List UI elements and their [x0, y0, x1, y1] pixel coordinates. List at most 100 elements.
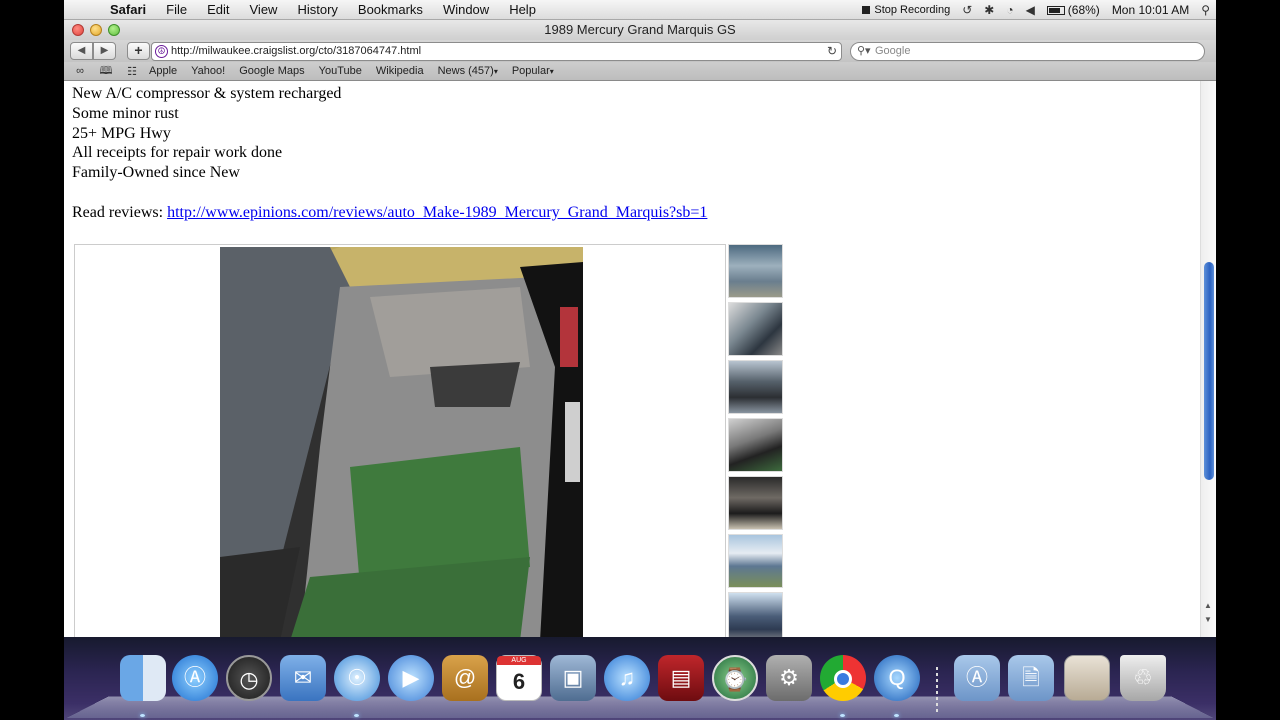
bookmark-wikipedia[interactable]: Wikipedia [369, 65, 431, 77]
address-bar[interactable]: ☮ http://milwaukee.craigslist.org/cto/31… [151, 42, 842, 61]
running-indicator [894, 714, 899, 717]
menu-view[interactable]: View [240, 2, 288, 17]
vertical-scrollbar[interactable]: ▲ ▼ [1200, 81, 1216, 637]
ical-icon[interactable]: AUG 6 [496, 655, 542, 701]
running-indicator [840, 714, 845, 717]
bluetooth-icon[interactable]: ✱ [978, 3, 1000, 17]
top-sites-grid-icon[interactable]: ☷ [122, 65, 142, 78]
photo-thumbnail[interactable] [728, 476, 783, 530]
safari-window: 1989 Mercury Grand Marquis GS ◀ ▶ + ☮ ht… [64, 20, 1216, 637]
photo-thumbnail[interactable] [728, 360, 783, 414]
close-window-button[interactable] [72, 24, 84, 36]
search-icon: ⚲▾ [857, 45, 871, 57]
menu-bar: Safari File Edit View History Bookmarks … [64, 0, 1216, 20]
bookmark-popular[interactable]: Popular▾ [505, 65, 561, 77]
app-store-icon[interactable]: Ⓐ [172, 655, 218, 701]
title-bar: 1989 Mercury Grand Marquis GS [64, 20, 1216, 40]
page-content: New A/C compressor & system recharged So… [64, 81, 1200, 637]
scrollbar-thumb[interactable] [1204, 262, 1214, 480]
iphoto-icon[interactable]: ▣ [550, 655, 596, 701]
description-line: Some minor rust [72, 104, 179, 122]
system-preferences-icon[interactable]: ⚙ [766, 655, 812, 701]
battery-icon [1046, 5, 1065, 15]
time-machine-icon[interactable]: ⌚ [712, 655, 758, 701]
scroll-up-arrow-icon[interactable]: ▲ [1204, 601, 1212, 610]
chevron-down-icon: ▾ [493, 67, 498, 76]
toolbar: ◀ ▶ + ☮ http://milwaukee.craigslist.org/… [64, 40, 1216, 62]
running-indicator [354, 714, 359, 717]
search-field[interactable]: ⚲▾ Google [850, 42, 1205, 61]
url-text: http://milwaukee.craigslist.org/cto/3187… [171, 45, 422, 57]
menu-clock[interactable]: Mon 10:01 AM [1106, 3, 1195, 17]
trunk-photo-illustration [220, 247, 583, 637]
battery-status[interactable]: (68%) [1041, 3, 1106, 17]
back-button[interactable]: ◀ [70, 42, 93, 60]
spotlight-icon[interactable]: ⚲ [1195, 3, 1216, 17]
bookmark-news[interactable]: News (457)▾ [431, 65, 505, 77]
photo-thumbnail[interactable] [728, 244, 783, 298]
thumbnail-strip [728, 244, 784, 637]
bookmarks-bar: ∞ 🕮 ☷ Apple Yahoo! Google Maps YouTube W… [64, 62, 1216, 81]
running-indicator [140, 714, 145, 717]
bookmark-popular-label: Popular [511, 65, 550, 77]
reviews-link[interactable]: http://www.epinions.com/reviews/auto_Mak… [167, 204, 707, 221]
description-line: New A/C compressor & system recharged [72, 85, 342, 102]
volume-icon[interactable]: ◀ [1020, 3, 1041, 17]
reviews-label: Read reviews: [72, 203, 168, 221]
bookmark-yahoo[interactable]: Yahoo! [184, 65, 232, 77]
window-title: 1989 Mercury Grand Marquis GS [544, 22, 736, 37]
chevron-down-icon: ▾ [549, 67, 554, 76]
menu-history[interactable]: History [287, 2, 347, 17]
mail-icon[interactable]: ✉ [280, 655, 326, 701]
finder-icon[interactable] [120, 655, 166, 701]
photo-thumbnail[interactable] [728, 418, 783, 472]
menu-edit[interactable]: Edit [197, 2, 239, 17]
menu-file[interactable]: File [156, 2, 197, 17]
facetime-icon[interactable]: ▶ [388, 655, 434, 701]
reload-icon[interactable]: ↻ [827, 43, 837, 60]
address-book-icon[interactable]: @ [442, 655, 488, 701]
battery-percent: (68%) [1067, 2, 1100, 17]
listing-description: New A/C compressor & system recharged So… [72, 84, 707, 223]
bookmark-news-label: News (457) [437, 65, 494, 77]
downloads-stack-icon[interactable] [1064, 655, 1110, 701]
ical-day: 6 [512, 669, 526, 694]
itunes-icon[interactable]: ♫ [604, 655, 650, 701]
bookmark-youtube[interactable]: YouTube [312, 65, 369, 77]
main-image-frame [74, 244, 726, 637]
menu-help[interactable]: Help [499, 2, 546, 17]
documents-folder-icon[interactable]: 🗎 [1008, 655, 1054, 701]
description-line: 25+ MPG Hwy [72, 124, 171, 142]
applications-folder-icon[interactable]: Ⓐ [954, 655, 1000, 701]
add-bookmark-button[interactable]: + [127, 42, 150, 60]
reading-list-icon[interactable]: ∞ [70, 65, 90, 77]
stop-recording-label: Stop Recording [874, 3, 951, 16]
stop-recording-button[interactable]: Stop Recording [856, 4, 956, 16]
quicktime-icon[interactable]: Q [874, 655, 920, 701]
menu-safari[interactable]: Safari [100, 2, 156, 17]
dashboard-icon[interactable]: ◷ [226, 655, 272, 701]
chrome-icon[interactable] [820, 655, 866, 701]
bookmark-google-maps[interactable]: Google Maps [232, 65, 311, 77]
time-machine-status-icon[interactable]: ↺ [956, 3, 978, 17]
search-placeholder: Google [875, 45, 911, 57]
bookmarks-book-icon[interactable]: 🕮 [96, 62, 116, 81]
menu-bookmarks[interactable]: Bookmarks [348, 2, 433, 17]
photo-thumbnail[interactable] [728, 534, 783, 588]
photo-thumbnail[interactable] [728, 592, 783, 637]
scroll-down-arrow-icon[interactable]: ▼ [1204, 615, 1212, 624]
main-car-photo[interactable] [220, 247, 583, 637]
wifi-icon[interactable]: ◔ [1000, 3, 1019, 17]
forward-button[interactable]: ▶ [93, 42, 116, 60]
bookmark-apple[interactable]: Apple [142, 65, 184, 77]
trash-icon[interactable]: ♲ [1120, 655, 1166, 701]
minimize-window-button[interactable] [90, 24, 102, 36]
stop-icon [862, 5, 871, 14]
reviews-line: Read reviews: http://www.epinions.com/re… [72, 203, 707, 223]
photo-booth-icon[interactable]: ▤ [658, 655, 704, 701]
safari-icon[interactable]: ☉ [334, 655, 380, 701]
photo-thumbnail[interactable] [728, 302, 783, 356]
zoom-window-button[interactable] [108, 24, 120, 36]
menu-window[interactable]: Window [433, 2, 499, 17]
